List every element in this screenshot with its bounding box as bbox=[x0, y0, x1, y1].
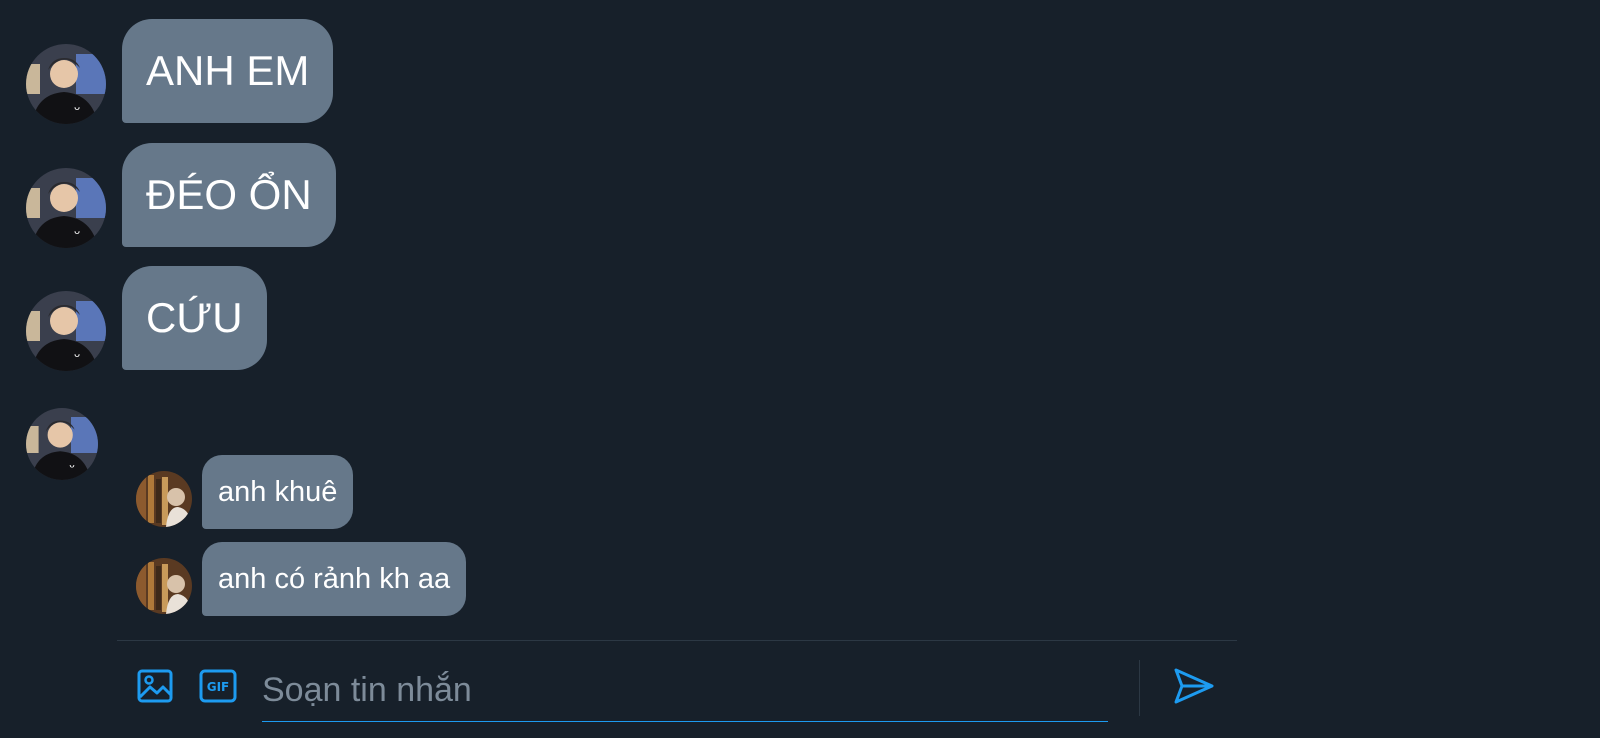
avatar[interactable]: ᴗ bbox=[26, 291, 106, 371]
svg-text:ᴗ: ᴗ bbox=[74, 226, 80, 237]
avatar-photo-male: ᴗ bbox=[26, 168, 106, 248]
avatar[interactable]: ᴗ bbox=[26, 168, 106, 248]
avatar-photo-male: ᴗ bbox=[26, 291, 106, 371]
message-text: CỨU bbox=[146, 294, 243, 341]
send-icon bbox=[1174, 668, 1214, 704]
message-text: ANH EM bbox=[146, 47, 310, 94]
avatar-photo-male: ᴗ bbox=[26, 44, 106, 124]
message-bubble[interactable]: CỨU bbox=[122, 266, 267, 370]
image-icon[interactable] bbox=[135, 666, 175, 706]
message-text: ĐÉO ỔN bbox=[146, 171, 312, 218]
message-bubble[interactable]: ĐÉO ỔN bbox=[122, 143, 336, 247]
svg-text:ᴗ: ᴗ bbox=[69, 460, 75, 470]
avatar[interactable] bbox=[136, 471, 192, 527]
send-button[interactable] bbox=[1172, 664, 1216, 708]
composer-separator bbox=[1139, 660, 1140, 716]
avatar-photo-bookshelf bbox=[136, 558, 192, 614]
avatar-photo-male: ᴗ bbox=[26, 408, 98, 480]
message-bubble[interactable]: anh khuê bbox=[202, 455, 354, 529]
message-text: anh khuê bbox=[218, 476, 338, 508]
avatar[interactable] bbox=[136, 558, 192, 614]
composer-divider bbox=[117, 640, 1237, 641]
chat-view: ᴗ ANH EM ᴗ ĐÉO ỔN ᴗ CỨU ᴗ anh khuê anh c… bbox=[0, 0, 1600, 738]
avatar-photo-bookshelf bbox=[136, 471, 192, 527]
svg-text:GIF: GIF bbox=[207, 680, 230, 694]
message-bubble[interactable]: anh có rảnh kh aa bbox=[202, 542, 467, 616]
message-bubble[interactable]: ANH EM bbox=[122, 19, 334, 123]
message-input[interactable] bbox=[262, 660, 1108, 722]
message-text: anh có rảnh kh aa bbox=[218, 563, 451, 595]
svg-text:ᴗ: ᴗ bbox=[74, 102, 80, 113]
avatar[interactable]: ᴗ bbox=[26, 44, 106, 124]
avatar[interactable]: ᴗ bbox=[26, 408, 98, 480]
svg-text:ᴗ: ᴗ bbox=[74, 349, 80, 360]
gif-icon[interactable]: GIF bbox=[198, 666, 238, 706]
